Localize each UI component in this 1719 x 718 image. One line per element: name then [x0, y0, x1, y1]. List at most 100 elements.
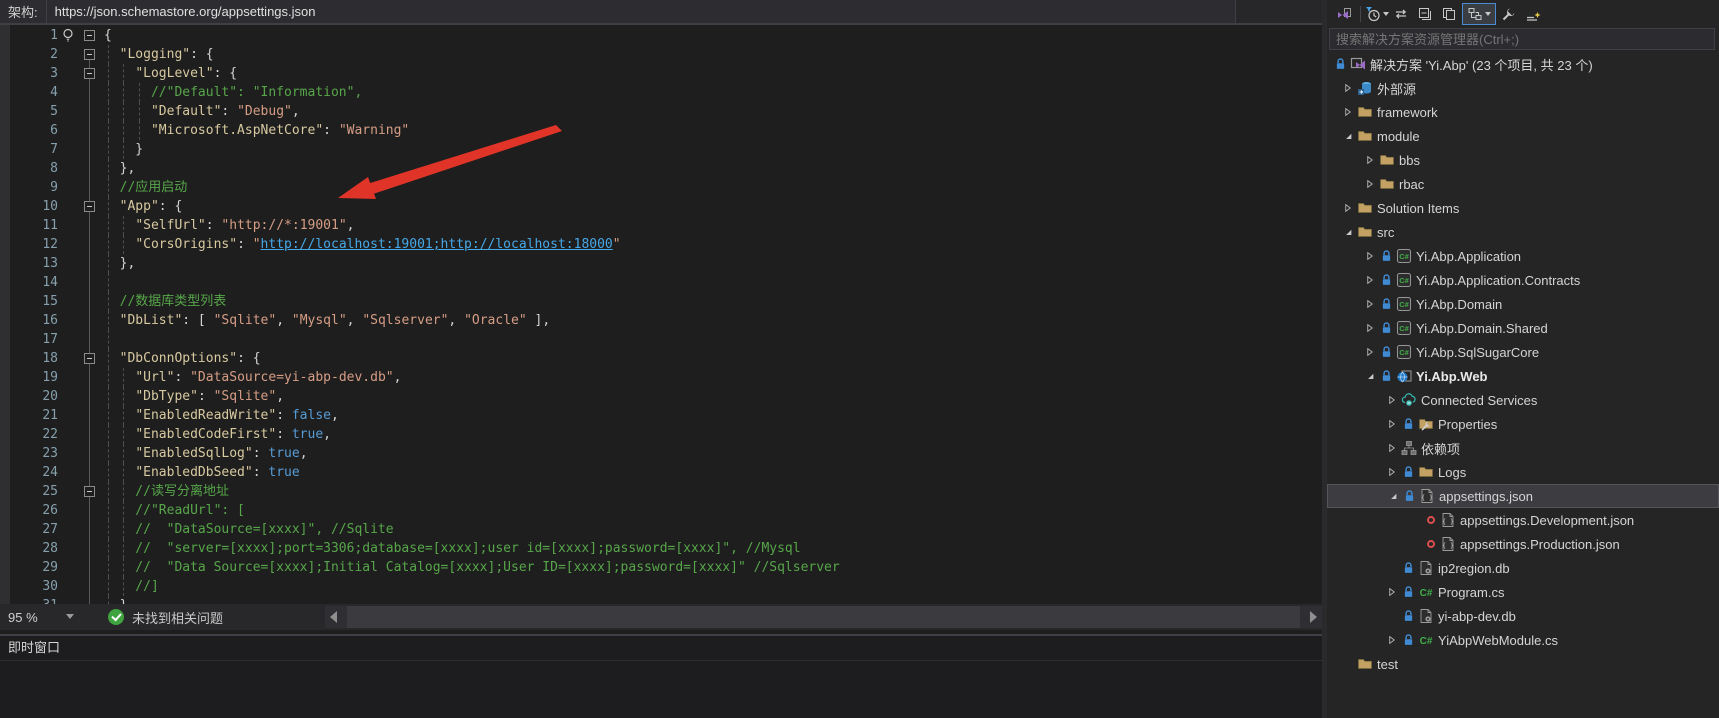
tree-row-yi-abp-dev.db[interactable]: yi-abp-dev.db [1327, 604, 1719, 628]
json-file-icon: { } [1439, 512, 1456, 528]
tree-row-framework[interactable]: framework [1327, 100, 1719, 124]
schema-url-combobox[interactable]: https://json.schemastore.org/appsettings… [46, 0, 1236, 23]
chevron-collapsed-icon[interactable] [1384, 464, 1400, 480]
collapse-all-button[interactable] [1414, 3, 1436, 25]
chevron-collapsed-icon[interactable] [1340, 200, 1356, 216]
chevron-collapsed-icon[interactable] [1384, 632, 1400, 648]
horizontal-scrollbar[interactable] [325, 606, 1322, 628]
chevron-collapsed-icon[interactable] [1340, 80, 1356, 96]
line-number: 5 [24, 102, 58, 121]
chevron-collapsed-icon[interactable] [1362, 272, 1378, 288]
immediate-window-title[interactable]: 即时窗口 [0, 636, 1322, 661]
line-number: 29 [24, 558, 58, 577]
chevron-expanded-icon[interactable] [1385, 488, 1401, 504]
chevron-collapsed-icon[interactable] [1340, 104, 1356, 120]
chevron-collapsed-icon[interactable] [1384, 584, 1400, 600]
pending-changes-filter-button[interactable] [1366, 3, 1388, 25]
schema-bar: 架构: https://json.schemastore.org/appsett… [0, 0, 1322, 25]
tree-row-module[interactable]: module [1327, 124, 1719, 148]
expander-spacer [1340, 656, 1356, 672]
code-line: //数据库类型列表 [104, 292, 226, 311]
chevron-collapsed-icon[interactable] [1362, 344, 1378, 360]
tree-row--yi.abp-23-23-[interactable]: 解决方案 'Yi.Abp' (23 个项目, 共 23 个) [1327, 52, 1719, 76]
chevron-collapsed-icon[interactable] [1362, 320, 1378, 336]
switch-views-button[interactable] [1333, 3, 1355, 25]
chevron-collapsed-icon[interactable] [1384, 416, 1400, 432]
tree-row-logs[interactable]: Logs [1327, 460, 1719, 484]
immediate-window-panel: 即时窗口 [0, 634, 1322, 718]
scroll-right-icon[interactable] [1310, 611, 1317, 623]
code-line: //读写分离地址 [104, 482, 229, 501]
chevron-collapsed-icon[interactable] [1384, 440, 1400, 456]
zoom-level-dropdown[interactable]: 95 % [0, 604, 84, 630]
line-number: 20 [24, 387, 58, 406]
new-editorconfig-icon [1525, 6, 1541, 22]
tree-row-yiabpwebmodule.cs[interactable]: C#YiAbpWebModule.cs [1327, 628, 1719, 652]
fold-toggle-icon[interactable] [84, 486, 95, 497]
fold-toggle-icon[interactable] [84, 49, 95, 60]
lightbulb-icon[interactable] [60, 27, 76, 43]
tree-row-connected-services[interactable]: Connected Services [1327, 388, 1719, 412]
code-line: //"ReadUrl": [ [104, 501, 245, 520]
show-all-files-button[interactable] [1438, 3, 1460, 25]
solution-icon [1349, 56, 1366, 72]
tree-row-appsettings.production.json[interactable]: { }appsettings.Production.json [1327, 532, 1719, 556]
fold-toggle-icon[interactable] [84, 68, 95, 79]
document-health-indicator[interactable]: 未找到相关问题 [108, 604, 223, 630]
tree-row--[interactable]: 依赖项 [1327, 436, 1719, 460]
tree-row--[interactable]: 外部源 [1327, 76, 1719, 100]
tree-row-yi.abp.sqlsugarcore[interactable]: C#Yi.Abp.SqlSugarCore [1327, 340, 1719, 364]
tree-row-yi.abp.web[interactable]: Yi.Abp.Web [1327, 364, 1719, 388]
tree-row-properties[interactable]: Properties [1327, 412, 1719, 436]
tree-row-program.cs[interactable]: C#Program.cs [1327, 580, 1719, 604]
preview-selected-items-button[interactable] [1462, 3, 1496, 25]
folder-icon [1356, 200, 1373, 216]
expander-spacer [1406, 512, 1422, 528]
svg-text:C#: C# [1399, 252, 1409, 261]
tree-row-test[interactable]: test [1327, 652, 1719, 676]
tree-row-appsettings.development.json[interactable]: { }appsettings.Development.json [1327, 508, 1719, 532]
scroll-left-icon[interactable] [330, 611, 337, 623]
scrollbar-thumb[interactable] [347, 606, 1300, 628]
fold-toggle-icon[interactable] [84, 30, 95, 41]
fold-toggle-icon[interactable] [84, 353, 95, 364]
solution-explorer-toolbar [1327, 0, 1719, 27]
tree-row-rbac[interactable]: rbac [1327, 172, 1719, 196]
chevron-collapsed-icon[interactable] [1362, 176, 1378, 192]
line-number: 13 [24, 254, 58, 273]
tree-row-bbs[interactable]: bbs [1327, 148, 1719, 172]
lock-icon [1400, 560, 1417, 576]
tree-row-appsettings.json[interactable]: { }appsettings.json [1327, 484, 1719, 508]
tree-row-yi.abp.application[interactable]: C#Yi.Abp.Application [1327, 244, 1719, 268]
chevron-collapsed-icon[interactable] [1362, 296, 1378, 312]
sync-with-active-document-button[interactable] [1390, 3, 1412, 25]
preview-selected-items-icon [1467, 6, 1483, 22]
search-input[interactable] [1329, 28, 1715, 50]
lock-icon [1400, 632, 1417, 648]
breakpoint-margin[interactable] [0, 25, 10, 604]
line-number: 2 [24, 45, 58, 64]
tree-row-yi.abp.domain[interactable]: C#Yi.Abp.Domain [1327, 292, 1719, 316]
code-line: "LogLevel": { [104, 64, 237, 83]
fold-toggle-icon[interactable] [84, 201, 95, 212]
line-number: 3 [24, 64, 58, 83]
tree-item-label: 解决方案 'Yi.Abp' (23 个项目, 共 23 个) [1370, 55, 1593, 74]
chevron-expanded-icon[interactable] [1340, 128, 1356, 144]
new-editorconfig-button[interactable] [1522, 3, 1544, 25]
tree-item-label: Logs [1438, 465, 1466, 480]
chevron-collapsed-icon[interactable] [1362, 248, 1378, 264]
tree-row-yi.abp.application.contracts[interactable]: C#Yi.Abp.Application.Contracts [1327, 268, 1719, 292]
tree-item-label: Yi.Abp.Domain [1416, 297, 1502, 312]
chevron-collapsed-icon[interactable] [1362, 152, 1378, 168]
code-editor[interactable]: 1{2 "Logging": {3 "LogLevel": {4 //"Defa… [0, 25, 1322, 604]
tree-row-src[interactable]: src [1327, 220, 1719, 244]
chevron-collapsed-icon[interactable] [1384, 392, 1400, 408]
properties-button[interactable] [1498, 3, 1520, 25]
chevron-expanded-icon[interactable] [1340, 224, 1356, 240]
csharp-file-icon: C# [1417, 632, 1434, 648]
chevron-expanded-icon[interactable] [1362, 368, 1378, 384]
tree-row-yi.abp.domain.shared[interactable]: C#Yi.Abp.Domain.Shared [1327, 316, 1719, 340]
expander-spacer [1384, 608, 1400, 624]
tree-row-ip2region.db[interactable]: ip2region.db [1327, 556, 1719, 580]
tree-row-solution-items[interactable]: Solution Items [1327, 196, 1719, 220]
